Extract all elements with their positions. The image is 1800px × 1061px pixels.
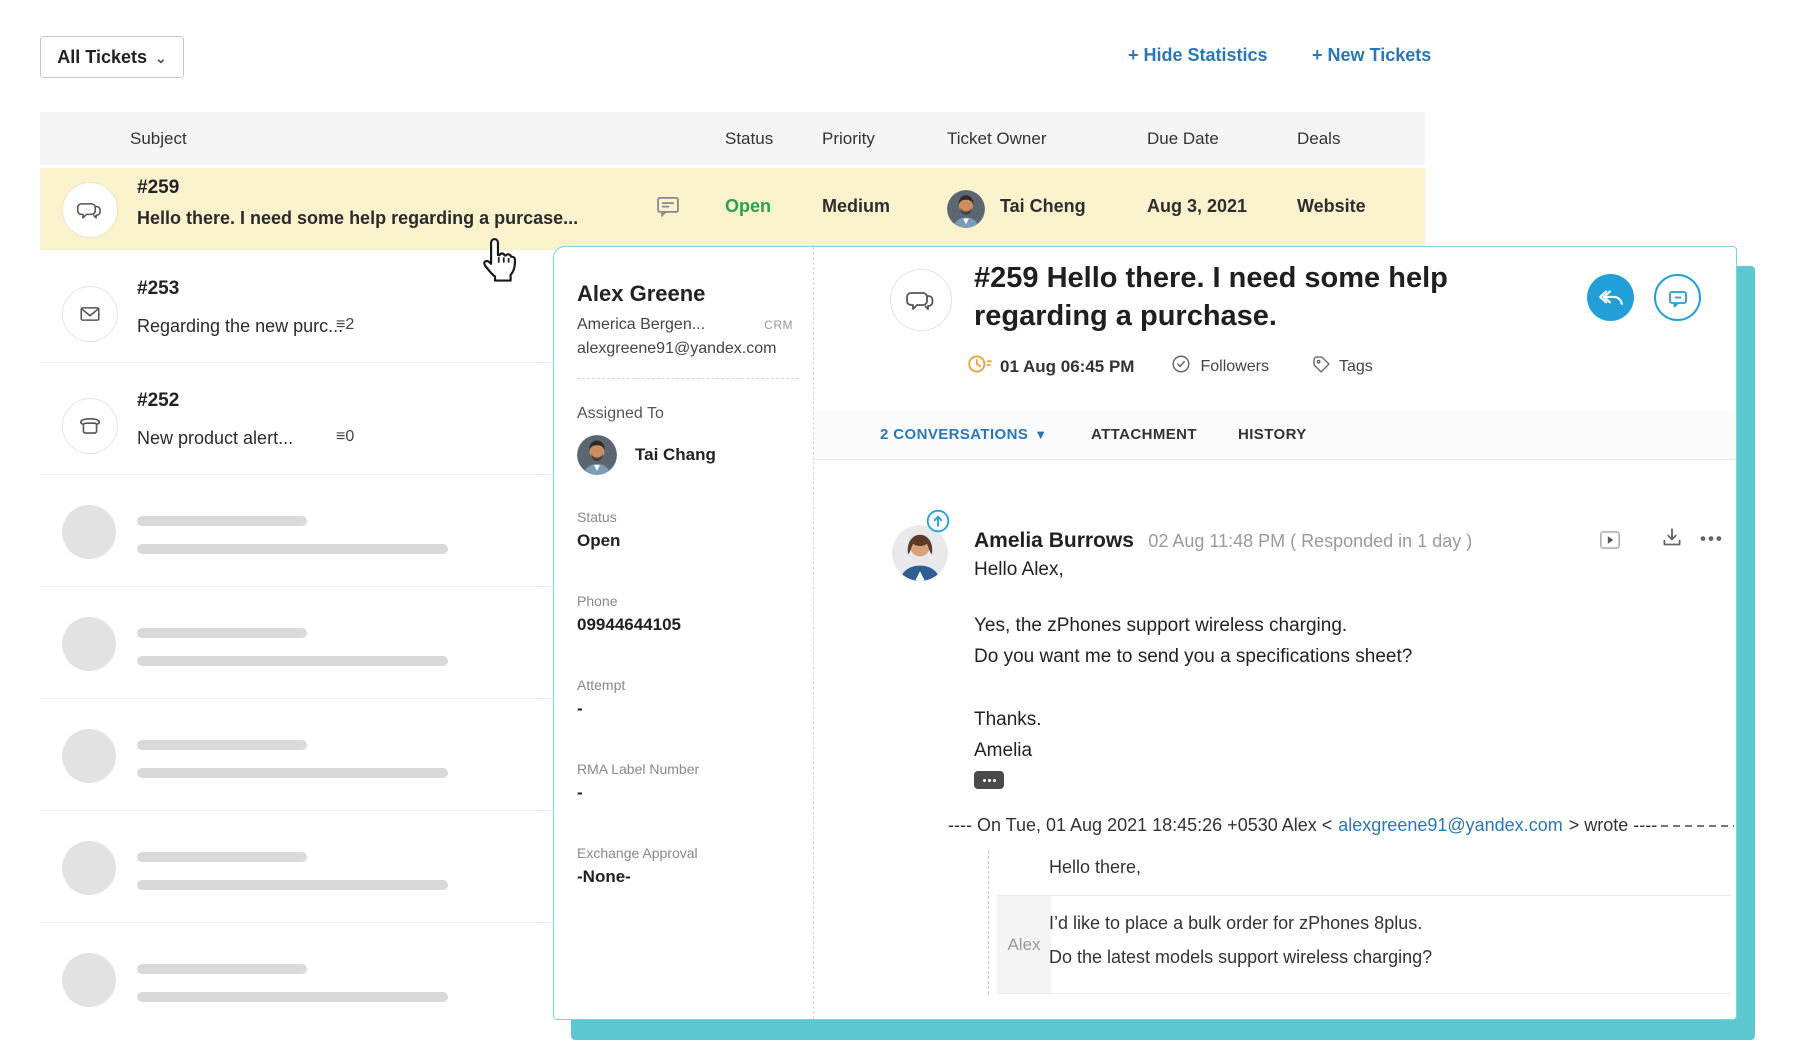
ticket-app-page: All Tickets ⌄ + Hide Statistics + New Ti… [0, 0, 1800, 1061]
filter-label: All Tickets [57, 47, 147, 68]
status-field-value: Open [577, 531, 799, 551]
column-header-priority: Priority [822, 112, 875, 165]
message-line: Yes, the zPhones support wireless chargi… [974, 615, 1347, 637]
message-greeting: Hello Alex, [974, 559, 1064, 581]
owner-avatar [947, 190, 985, 228]
rma-field-label: RMA Label Number [577, 761, 799, 777]
tab-conversations-label: 2 CONVERSATIONS [880, 426, 1028, 443]
caret-down-icon: ▼ [1034, 427, 1047, 442]
chevron-down-icon: ⌄ [155, 50, 167, 67]
detail-tab-bar: 2 CONVERSATIONS ▼ ATTACHMENT HISTORY [814, 411, 1736, 460]
message-signoff: Amelia [974, 740, 1032, 762]
download-icon[interactable] [1659, 525, 1685, 551]
column-header-deals: Deals [1297, 112, 1340, 165]
rma-field-value: - [577, 783, 799, 803]
thread-count-badge: ≡2 [336, 316, 354, 334]
quoted-sender-label: Alex [997, 896, 1051, 993]
quoted-line: I’d like to place a bulk order for zPhon… [1049, 913, 1422, 934]
exchange-field-value: -None- [577, 867, 799, 887]
cursor-pointer-icon [478, 236, 522, 286]
add-comment-button[interactable] [1654, 274, 1701, 321]
message-author: Amelia Burrows [974, 529, 1134, 552]
ticket-subject: Hello there. I need some help regarding … [137, 208, 578, 229]
phone-field-value: 09944644105 [577, 615, 799, 635]
quote-prefix: ---- On Tue, 01 Aug 2021 18:45:26 +0530 … [948, 815, 1332, 836]
message-timestamp: 02 Aug 11:48 PM ( Responded in 1 day ) [1148, 531, 1472, 551]
comment-indicator-icon[interactable] [654, 192, 682, 220]
ticket-status: Open [725, 196, 771, 217]
phone-field-label: Phone [577, 593, 799, 609]
ticket-id: #253 [137, 278, 179, 300]
ticket-owner-name: Tai Cheng [1000, 196, 1086, 217]
tags-icon [1311, 354, 1332, 380]
assigned-to-label: Assigned To [577, 405, 799, 423]
followers-icon [1170, 353, 1192, 380]
outgoing-reply-badge-icon [926, 509, 950, 533]
assignee-avatar [577, 435, 617, 475]
email-channel-icon [62, 286, 118, 342]
quote-dash-rule [1661, 825, 1734, 827]
contact-name: Alex Greene [577, 281, 799, 307]
tab-history[interactable]: HISTORY [1238, 411, 1307, 459]
quoted-message-block: Hello there, Alex I’d like to place a bu… [988, 851, 1731, 994]
ticket-subject: New product alert... [137, 428, 293, 449]
quoted-line: Do the latest models support wireless ch… [1049, 947, 1432, 968]
ticket-due-date: Aug 3, 2021 [1147, 196, 1247, 217]
contact-sidebar: Alex Greene America Bergen... CRM alexgr… [554, 247, 814, 1019]
ticket-table-header: Subject Status Priority Ticket Owner Due… [40, 112, 1425, 165]
status-field-label: Status [577, 509, 799, 525]
ticket-meta-row: 01 Aug 06:45 PM Followers Tags [966, 351, 1373, 382]
contact-email[interactable]: alexgreene91@yandex.com [577, 340, 799, 358]
quoted-greeting: Hello there, [1049, 857, 1141, 878]
followers-label[interactable]: Followers [1200, 358, 1268, 376]
ticket-detail-panel: Alex Greene America Bergen... CRM alexgr… [553, 246, 1737, 1020]
show-trimmed-content-button[interactable] [974, 771, 1004, 789]
ticket-subject: Regarding the new purc... [137, 316, 343, 337]
agent-avatar [892, 525, 948, 581]
assignee-name: Tai Chang [635, 445, 716, 465]
quote-divider [997, 993, 1731, 994]
reply-all-button[interactable] [1587, 274, 1634, 321]
column-header-status: Status [725, 112, 773, 165]
quoted-email-link[interactable]: alexgreene91@yandex.com [1338, 815, 1562, 836]
attempt-field-label: Attempt [577, 677, 799, 693]
sidebar-divider [577, 378, 799, 379]
column-header-ticket-owner: Ticket Owner [947, 112, 1047, 165]
ticket-row-259[interactable]: #259 Hello there. I need some help regar… [40, 168, 1425, 250]
chat-channel-icon [62, 182, 118, 238]
tags-label[interactable]: Tags [1339, 358, 1373, 376]
message-line: Do you want me to send you a specificati… [974, 646, 1412, 668]
expand-thread-icon[interactable] [1597, 527, 1623, 553]
message-signoff: Thanks. [974, 709, 1042, 731]
quote-divider [997, 895, 1731, 896]
ticket-timestamp: 01 Aug 06:45 PM [1000, 357, 1134, 377]
ticket-detail-main: #259 Hello there. I need some help regar… [814, 247, 1736, 1019]
column-header-subject: Subject [130, 112, 187, 165]
more-options-icon[interactable]: ••• [1700, 529, 1724, 549]
overdue-clock-icon [966, 351, 992, 382]
new-tickets-link[interactable]: + New Tickets [1312, 45, 1431, 66]
quote-suffix: > wrote ---- [1569, 815, 1658, 836]
contact-company: America Bergen... [577, 316, 705, 334]
ticket-filter-dropdown[interactable]: All Tickets ⌄ [40, 36, 184, 78]
crm-badge: CRM [764, 318, 793, 332]
ticket-title: #259 Hello there. I need some help regar… [974, 259, 1484, 335]
quoted-message-header: ---- On Tue, 01 Aug 2021 18:45:26 +0530 … [948, 815, 1734, 836]
ticket-priority: Medium [822, 196, 890, 217]
ticket-id: #259 [137, 177, 179, 199]
tab-conversations[interactable]: 2 CONVERSATIONS ▼ [880, 411, 1048, 459]
column-header-due-date: Due Date [1147, 112, 1219, 165]
hide-statistics-link[interactable]: + Hide Statistics [1128, 45, 1268, 66]
ticket-id: #252 [137, 390, 179, 412]
tab-attachment[interactable]: ATTACHMENT [1091, 411, 1197, 459]
thread-count-badge: ≡0 [336, 428, 354, 446]
chat-channel-icon [890, 269, 952, 331]
ticket-deals: Website [1297, 196, 1366, 217]
exchange-field-label: Exchange Approval [577, 845, 799, 861]
attempt-field-value: - [577, 699, 799, 719]
phone-channel-icon [62, 398, 118, 454]
